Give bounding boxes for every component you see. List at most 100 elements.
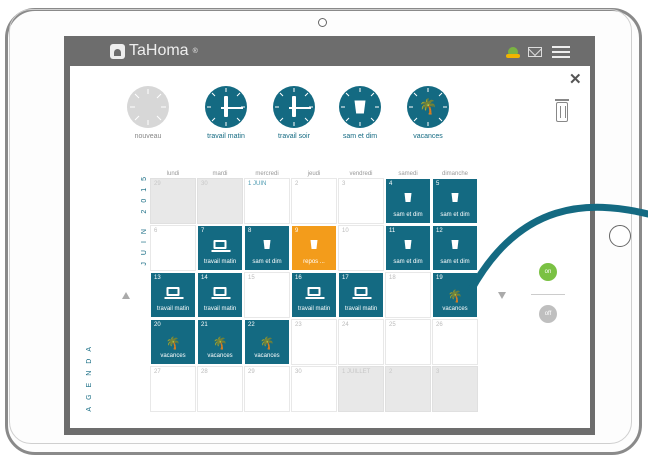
calendar-day-cell[interactable]: 10: [338, 225, 384, 271]
weekday-label: dimanche: [441, 171, 468, 177]
day-number: 11: [389, 228, 396, 234]
calendar-day-cell[interactable]: 11 sam et dim: [385, 225, 431, 271]
template-travail-matin[interactable]: travail matin: [191, 86, 261, 140]
day-number: 29: [248, 369, 255, 375]
template-nouveau[interactable]: nouveau: [113, 86, 183, 140]
calendar-day-cell[interactable]: 27: [150, 366, 196, 412]
day-number: 18: [389, 275, 396, 281]
sun-icon: [127, 86, 169, 128]
calendar-day-cell[interactable]: 15: [244, 272, 290, 318]
calendar-day-cell[interactable]: 30: [197, 178, 243, 224]
day-schedule-label: travail matin: [344, 306, 378, 312]
template-label: vacances: [413, 133, 443, 140]
cup-icon: [404, 193, 412, 202]
day-schedule-label: vacances: [207, 353, 233, 359]
day-schedule-label: travail matin: [156, 306, 190, 312]
calendar-day-cell[interactable]: 29: [150, 178, 196, 224]
calendar-day-cell[interactable]: 2: [385, 366, 431, 412]
calendar-day-cell[interactable]: 23: [291, 319, 337, 365]
palm-tree-icon: 🌴: [259, 336, 275, 350]
toggle-on-button[interactable]: on: [539, 263, 557, 281]
day-number: 30: [201, 181, 208, 187]
template-vacances[interactable]: 🌴 vacances: [393, 86, 463, 140]
day-number: 5: [436, 181, 440, 187]
template-circle: 🌴: [407, 86, 449, 128]
day-number: 17: [342, 275, 349, 281]
header-icons: [506, 46, 570, 58]
calendar-day-cell[interactable]: 16 travail matin: [291, 272, 337, 318]
calendar-day-cell[interactable]: 14 travail matin: [197, 272, 243, 318]
calendar-day-cell[interactable]: 17 travail matin: [338, 272, 384, 318]
template-label: sam et dim: [342, 133, 378, 140]
template-label: travail matin: [207, 133, 245, 140]
trash-icon[interactable]: [555, 99, 569, 122]
brand-registered-mark: ®: [192, 47, 198, 55]
calendar-day-cell[interactable]: 12 sam et dim: [432, 225, 478, 271]
next-month-arrow-icon[interactable]: [498, 292, 506, 299]
toggle-off-button[interactable]: off: [539, 305, 557, 323]
calendar-day-cell[interactable]: 21 🌴 vacances: [197, 319, 243, 365]
day-number: 2: [295, 181, 299, 187]
user-icon[interactable]: [506, 47, 520, 58]
calendar-day-cell[interactable]: 13 travail matin: [150, 272, 196, 318]
calendar-day-cell[interactable]: 22 🌴 vacances: [244, 319, 290, 365]
calendar-day-cell[interactable]: 8 sam et dim: [244, 225, 290, 271]
calendar-day-cell[interactable]: 25: [385, 319, 431, 365]
day-schedule-label: vacances: [160, 353, 186, 359]
brand: TaHoma ®: [110, 42, 198, 60]
cup-icon: [310, 240, 318, 249]
day-schedule-label: repos ...: [303, 259, 325, 265]
day-number: 12: [436, 228, 443, 234]
day-number: 4: [389, 181, 393, 187]
template-travail-soir[interactable]: travail soir: [259, 86, 329, 140]
calendar-day-cell[interactable]: 19 🌴 vacances: [432, 272, 478, 318]
calendar-day-cell[interactable]: 7 travail matin: [197, 225, 243, 271]
close-icon[interactable]: ✕: [569, 70, 582, 88]
calendar-day-cell[interactable]: 4 sam et dim: [385, 178, 431, 224]
day-number: 26: [436, 322, 443, 328]
day-number: 6: [154, 228, 158, 234]
calendar-day-cell[interactable]: 24: [338, 319, 384, 365]
previous-month-arrow-icon[interactable]: [122, 292, 130, 299]
calendar-day-cell[interactable]: 26: [432, 319, 478, 365]
day-number: 14: [201, 275, 208, 281]
day-number: 20: [154, 322, 161, 328]
template-label: nouveau: [134, 133, 162, 140]
weekday-label: mercredi: [255, 171, 279, 177]
day-schedule-label: sam et dim: [393, 212, 423, 218]
calendar-day-cell[interactable]: 28: [197, 366, 243, 412]
template-circle: [205, 86, 247, 128]
calendar-day-cell[interactable]: 5 sam et dim: [432, 178, 478, 224]
day-number: 28: [201, 369, 208, 375]
cup-icon: [263, 240, 271, 249]
day-number: 29: [154, 181, 161, 187]
calendar-day-cell[interactable]: 1 JUILLET: [338, 366, 384, 412]
calendar-day-cell[interactable]: 3: [432, 366, 478, 412]
mail-icon[interactable]: [528, 47, 542, 57]
cup-icon: [451, 240, 459, 249]
day-schedule-label: travail matin: [203, 306, 237, 312]
day-number: 23: [295, 322, 302, 328]
template-sam-et-dim[interactable]: sam et dim: [325, 86, 395, 140]
home-button[interactable]: [609, 225, 631, 247]
calendar-day-cell[interactable]: 20 🌴 vacances: [150, 319, 196, 365]
calendar-day-cell[interactable]: 2: [291, 178, 337, 224]
day-number: 16: [295, 275, 302, 281]
calendar-day-cell[interactable]: 3: [338, 178, 384, 224]
weekday-label: mardi: [212, 171, 228, 177]
camera-icon: [318, 18, 327, 27]
calendar-day-cell[interactable]: 1 JUIN: [244, 178, 290, 224]
calendar-day-cell[interactable]: 6: [150, 225, 196, 271]
day-number: 30: [295, 369, 302, 375]
day-number: 3: [436, 369, 440, 375]
calendar-day-cell[interactable]: 9 repos ...: [291, 225, 337, 271]
calendar-day-cell[interactable]: 18: [385, 272, 431, 318]
day-number: 1 JUILLET: [342, 369, 371, 375]
day-schedule-label: sam et dim: [440, 259, 470, 265]
calendar-day-cell[interactable]: 30: [291, 366, 337, 412]
calendar-day-cell[interactable]: 29: [244, 366, 290, 412]
day-number: 21: [201, 322, 208, 328]
weekday-label: vendredi: [349, 171, 373, 177]
menu-icon[interactable]: [552, 46, 570, 58]
template-label: travail soir: [278, 133, 310, 140]
